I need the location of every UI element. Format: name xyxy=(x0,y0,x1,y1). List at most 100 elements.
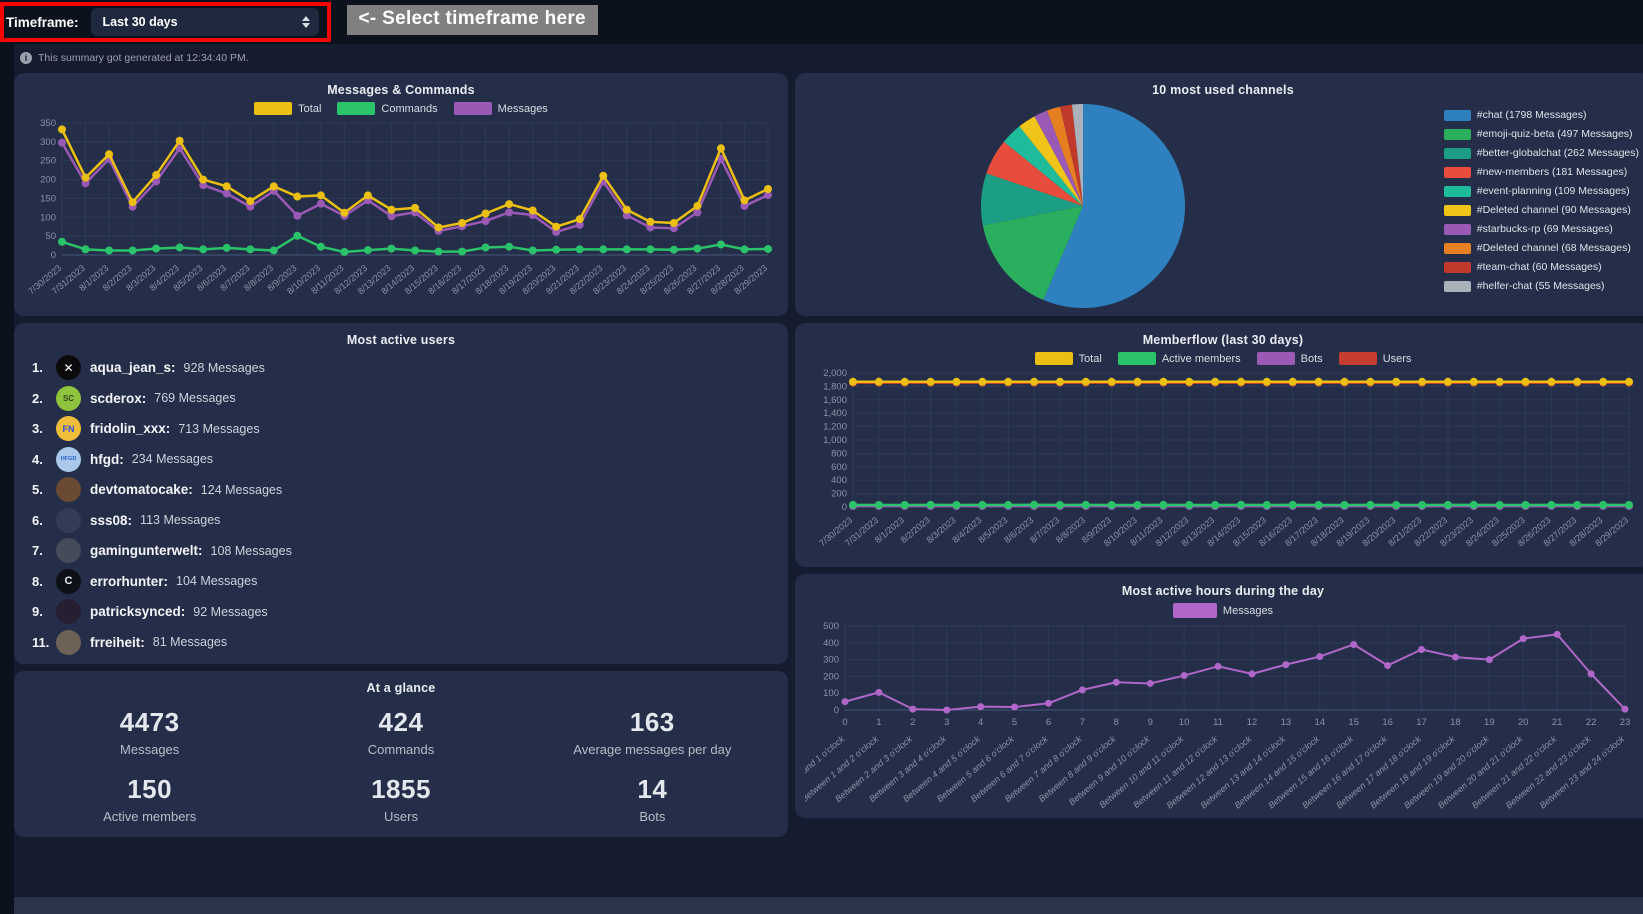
user-message-count: 928 Messages xyxy=(184,361,265,375)
glance-stats-grid: 4473 Messages 424 Commands 163 Average m… xyxy=(24,707,778,824)
legend-item[interactable]: #better-globalchat (262 Messages) xyxy=(1444,147,1639,159)
panel-memberflow: Memberflow (last 30 days) Total Active me… xyxy=(795,323,1643,567)
user-avatar xyxy=(56,630,81,655)
legend-item[interactable]: #helfer-chat (55 Messages) xyxy=(1444,280,1639,292)
user-rank: 9. xyxy=(32,604,56,619)
left-column: Messages & Commands TotalCommandsMessage… xyxy=(14,73,788,837)
legend-item[interactable]: #emoji-quiz-beta (497 Messages) xyxy=(1444,128,1639,140)
glance-stat: 1855 Users xyxy=(275,774,526,824)
legend-swatch xyxy=(1444,110,1471,121)
user-rank: 8. xyxy=(32,574,56,589)
user-name: devtomatocake: xyxy=(90,482,193,497)
user-name: errorhunter: xyxy=(90,574,168,589)
svg-text:250: 250 xyxy=(40,156,56,167)
at-a-glance-title: At a glance xyxy=(24,681,778,695)
legend-item[interactable]: Commands xyxy=(337,102,437,115)
active-hours-legend: Messages xyxy=(805,603,1641,618)
active-hours-chart[interactable]: 0100200300400500012345678910111213141516… xyxy=(805,620,1641,820)
legend-item[interactable]: #new-members (181 Messages) xyxy=(1444,166,1639,178)
stat-value: 163 xyxy=(527,707,778,738)
svg-text:1,000: 1,000 xyxy=(823,435,847,446)
svg-text:3: 3 xyxy=(944,717,949,728)
svg-text:0: 0 xyxy=(51,250,56,261)
stat-label: Active members xyxy=(24,809,275,824)
most-used-channels-title: 10 most used channels xyxy=(805,83,1641,97)
topbar: Timeframe: Last 30 days <- Select timefr… xyxy=(0,0,1643,44)
legend-label: #team-chat (60 Messages) xyxy=(1477,261,1602,273)
glance-stat: 163 Average messages per day xyxy=(527,707,778,757)
legend-swatch xyxy=(1444,224,1471,235)
legend-label: Users xyxy=(1383,353,1412,365)
user-rank: 6. xyxy=(32,513,56,528)
legend-item[interactable]: Messages xyxy=(454,102,548,115)
legend-item[interactable]: #team-chat (60 Messages) xyxy=(1444,261,1639,273)
legend-swatch xyxy=(1444,205,1471,216)
svg-text:20: 20 xyxy=(1518,717,1529,728)
glance-stat: 150 Active members xyxy=(24,774,275,824)
user-rank: 5. xyxy=(32,482,56,497)
most-active-users-title: Most active users xyxy=(24,333,778,347)
svg-text:0: 0 xyxy=(842,502,847,513)
user-rank: 3. xyxy=(32,421,56,436)
legend-item[interactable]: Active members xyxy=(1118,352,1241,365)
panel-most-used-channels: 10 most used channels #chat (1798 Messag… xyxy=(795,73,1643,316)
svg-text:13: 13 xyxy=(1281,717,1292,728)
legend-swatch xyxy=(1035,352,1073,365)
legend-item[interactable]: Total xyxy=(254,102,321,115)
user-rank: 1. xyxy=(32,360,56,375)
svg-text:600: 600 xyxy=(831,462,847,473)
timeframe-label: Timeframe: xyxy=(6,15,79,30)
svg-text:4: 4 xyxy=(978,717,983,728)
legend-item[interactable]: #event-planning (109 Messages) xyxy=(1444,185,1639,197)
user-row: 5. devtomatocake: 124 Messages xyxy=(32,477,778,502)
user-rank: 4. xyxy=(32,452,56,467)
legend-swatch xyxy=(1339,352,1377,365)
legend-item[interactable]: #starbucks-rp (69 Messages) xyxy=(1444,223,1639,235)
user-row: 6. sss08: 113 Messages xyxy=(32,508,778,533)
svg-text:17: 17 xyxy=(1416,717,1427,728)
legend-item[interactable]: Bots xyxy=(1257,352,1323,365)
svg-text:12: 12 xyxy=(1247,717,1258,728)
legend-label: Messages xyxy=(498,103,548,115)
legend-item[interactable]: #Deleted channel (90 Messages) xyxy=(1444,204,1639,216)
svg-text:14: 14 xyxy=(1314,717,1325,728)
dashboard-page: { "toolbar": { "timeframe_label": "Timef… xyxy=(0,0,1643,914)
legend-item[interactable]: Messages xyxy=(1173,603,1273,618)
timeframe-hint-label: <- Select timeframe here xyxy=(347,5,598,35)
right-column: 10 most used channels #chat (1798 Messag… xyxy=(795,73,1643,818)
messages-commands-chart[interactable]: 0501001502002503003507/30/20237/31/20238… xyxy=(24,117,780,313)
stat-label: Commands xyxy=(275,742,526,757)
svg-text:200: 200 xyxy=(831,489,847,500)
legend-swatch xyxy=(1173,603,1217,618)
legend-label: #helfer-chat (55 Messages) xyxy=(1477,280,1605,292)
avatar-initials: FN xyxy=(63,424,75,434)
memberflow-title: Memberflow (last 30 days) xyxy=(805,333,1641,347)
user-message-count: 108 Messages xyxy=(211,544,292,558)
user-name: patricksynced: xyxy=(90,604,185,619)
svg-text:10: 10 xyxy=(1179,717,1190,728)
panel-at-a-glance: At a glance 4473 Messages 424 Commands 1… xyxy=(14,671,788,837)
svg-text:100: 100 xyxy=(40,212,56,223)
memberflow-chart[interactable]: 02004006008001,0001,2001,4001,6001,8002,… xyxy=(805,367,1641,563)
avatar-initials: HFGD xyxy=(61,456,77,462)
user-name: aqua_jean_s: xyxy=(90,360,176,375)
svg-text:15: 15 xyxy=(1348,717,1359,728)
timeframe-select[interactable]: Last 30 days xyxy=(91,8,319,36)
user-avatar: FN xyxy=(56,416,81,441)
summary-info-row: i This summary got generated at 12:34:40… xyxy=(14,44,1643,73)
user-row: 1. ✕ aqua_jean_s: 928 Messages xyxy=(32,355,778,380)
user-row: 4. HFGD hfgd: 234 Messages xyxy=(32,447,778,472)
legend-item[interactable]: #Deleted channel (68 Messages) xyxy=(1444,242,1639,254)
legend-item[interactable]: #chat (1798 Messages) xyxy=(1444,109,1639,121)
info-icon: i xyxy=(20,52,32,64)
legend-label: Messages xyxy=(1223,605,1273,617)
glance-stat: 14 Bots xyxy=(527,774,778,824)
messages-commands-legend: Total Commands Messages xyxy=(24,102,778,115)
legend-item[interactable]: Total xyxy=(1035,352,1102,365)
summary-generated-text: This summary got generated at 12:34:40 P… xyxy=(38,52,249,64)
user-rank: 11. xyxy=(32,635,56,650)
avatar-initials: ✕ xyxy=(63,361,73,375)
legend-swatch xyxy=(337,102,375,115)
stat-value: 1855 xyxy=(275,774,526,805)
legend-item[interactable]: Users xyxy=(1339,352,1412,365)
